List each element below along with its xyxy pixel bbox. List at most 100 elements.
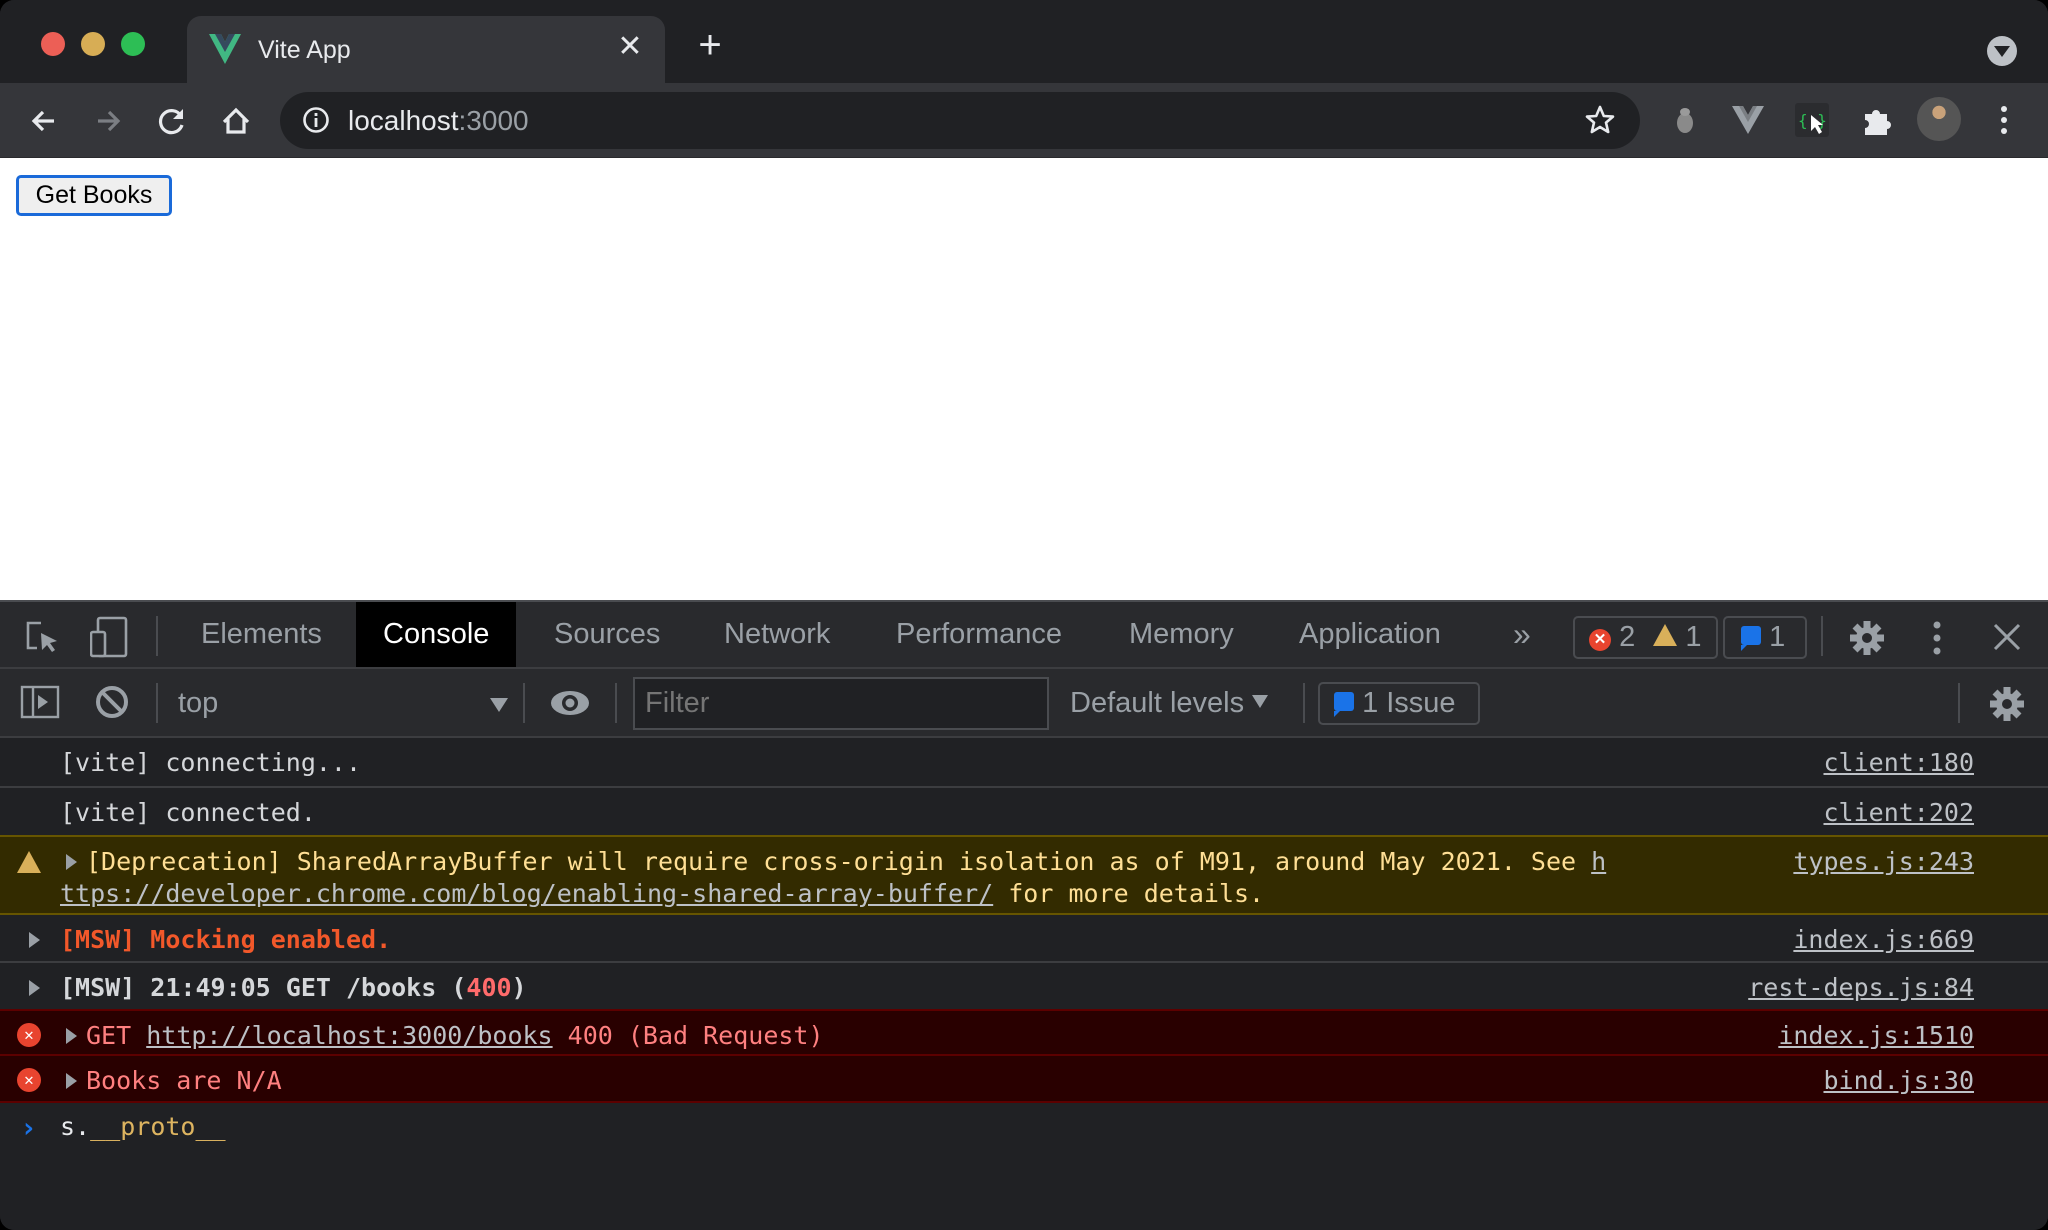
inspect-element-icon[interactable] [25, 620, 61, 659]
vue-logo-icon [209, 34, 241, 64]
expand-triangle-icon[interactable] [66, 1028, 77, 1044]
tab-memory[interactable]: Memory [1102, 602, 1261, 667]
clear-console-icon[interactable] [94, 684, 130, 725]
tab-sources[interactable]: Sources [527, 602, 687, 667]
console-row: [vite] connected. client:202 [0, 788, 2048, 835]
expand-triangle-icon[interactable] [29, 980, 40, 996]
console-row-error: ✕ Books are N/A bind.js:30 [0, 1056, 2048, 1103]
log-levels-dropdown[interactable]: Default levels [1070, 683, 1269, 723]
maximize-window-button[interactable] [121, 32, 145, 56]
console-message: [MSW] Mocking enabled. [60, 925, 392, 954]
site-info-icon[interactable] [302, 106, 330, 134]
console-row-warning: [Deprecation] SharedArrayBuffer will req… [0, 835, 2048, 915]
address-bar[interactable]: localhost:3000 [280, 92, 1640, 149]
live-expression-eye-icon[interactable] [550, 687, 590, 724]
issues-button[interactable]: 1 Issue [1318, 682, 1480, 725]
tab-elements[interactable]: Elements [174, 602, 349, 667]
extensions-puzzle-icon[interactable] [1860, 103, 1894, 137]
expand-triangle-icon[interactable] [29, 932, 40, 948]
messages-counter[interactable]: 1 [1723, 616, 1807, 659]
home-button[interactable] [216, 101, 256, 141]
tab-console[interactable]: Console [356, 602, 517, 667]
home-icon [222, 107, 250, 134]
warning-link[interactable]: ttps://developer.chrome.com/blog/enablin… [60, 879, 993, 908]
expand-triangle-icon[interactable] [66, 1073, 77, 1089]
profile-avatar[interactable] [1917, 97, 1961, 141]
bookmark-star-icon[interactable] [1584, 104, 1616, 136]
tab-close-icon[interactable]: ✕ [613, 30, 647, 64]
console-input[interactable]: s.__proto__ [60, 1112, 226, 1141]
prompt-chevron-icon: › [20, 1111, 37, 1144]
console-row: [MSW] 21:49:05 GET /books (400) rest-dep… [0, 963, 2048, 1009]
source-link[interactable]: bind.js:30 [1823, 1066, 1974, 1095]
page-viewport: Get Books [0, 158, 2048, 600]
device-toolbar-icon[interactable] [89, 616, 128, 663]
devtools-tab-bar: Elements Console Sources Network Perform… [0, 602, 2048, 669]
browser-tab-active[interactable]: Vite App ✕ [187, 16, 665, 83]
get-books-button[interactable]: Get Books [16, 175, 172, 216]
tab-network[interactable]: Network [697, 602, 857, 667]
browser-toolbar: localhost:3000 { } [0, 83, 2048, 158]
separator [156, 683, 158, 723]
reload-icon [159, 109, 184, 135]
console-row-error: ✕ GET http://localhost:3000/books 400 (B… [0, 1009, 2048, 1056]
new-tab-button[interactable]: + [692, 25, 728, 65]
status-code: 400 [466, 973, 512, 1002]
console-settings-gear-icon[interactable] [1987, 684, 2027, 729]
separator [1303, 683, 1305, 723]
close-window-button[interactable] [41, 32, 65, 56]
msw-request-suffix: ) [511, 973, 527, 1002]
vue-devtools-icon[interactable] [1731, 103, 1765, 137]
source-link[interactable]: index.js:1510 [1778, 1021, 1974, 1050]
console-prompt[interactable]: › s.__proto__ [0, 1103, 2048, 1151]
settings-gear-icon[interactable] [1847, 618, 1887, 663]
back-button[interactable] [24, 101, 64, 141]
issues-label: 1 Issue [1362, 687, 1456, 719]
separator [523, 683, 525, 723]
reload-button[interactable] [152, 101, 192, 141]
console-filter-input[interactable] [633, 677, 1049, 730]
console-message: [MSW] 21:49:05 GET /books (400) [60, 973, 527, 1002]
source-link[interactable]: index.js:669 [1793, 925, 1974, 954]
console-message: [vite] connecting... [60, 748, 362, 777]
more-tabs-button[interactable]: » [1486, 602, 1558, 667]
error-icon: ✕ [17, 1023, 41, 1047]
minimize-window-button[interactable] [81, 32, 105, 56]
source-link[interactable]: types.js:243 [1793, 847, 1974, 876]
request-url-link[interactable]: http://localhost:3000/books [146, 1021, 552, 1050]
warning-link-start[interactable]: h [1591, 847, 1606, 876]
console-filter-bar: top Default levels 1 Issue [0, 669, 2048, 738]
browser-menu-icon[interactable] [1995, 103, 2013, 139]
error-icon: ✕ [1589, 629, 1611, 651]
console-message-line2: ttps://developer.chrome.com/blog/enablin… [60, 879, 1264, 908]
error-count: 2 [1619, 621, 1636, 653]
separator [156, 616, 158, 656]
error-text-prefix: GET [86, 1021, 147, 1050]
url-host: localhost [348, 105, 459, 136]
context-selector[interactable]: top [178, 683, 508, 723]
arrow-right-icon [98, 110, 121, 132]
separator [615, 683, 617, 723]
console-message: [vite] connected. [60, 798, 316, 827]
source-link[interactable]: client:202 [1823, 798, 1974, 827]
forward-button[interactable] [88, 101, 128, 141]
tab-application[interactable]: Application [1272, 602, 1468, 667]
source-link[interactable]: rest-deps.js:84 [1748, 973, 1974, 1002]
error-warning-counter[interactable]: ✕ 2 1 [1573, 616, 1718, 659]
tab-search-button[interactable] [1987, 36, 2017, 66]
more-options-icon[interactable] [1930, 620, 1944, 661]
sidebar-toggle-icon[interactable] [20, 684, 60, 725]
warning-text-suffix: for more details. [993, 879, 1265, 908]
tab-performance[interactable]: Performance [869, 602, 1089, 667]
context-value: top [178, 687, 219, 719]
expand-triangle-icon[interactable] [66, 854, 77, 870]
bug-extension-icon[interactable] [1668, 103, 1702, 137]
close-devtools-icon[interactable] [1992, 622, 2022, 657]
source-link[interactable]: client:180 [1823, 748, 1974, 777]
message-count: 1 [1769, 621, 1786, 653]
dropdown-arrow-icon [490, 698, 508, 712]
url-port: :3000 [458, 105, 529, 136]
devtools-panel: Elements Console Sources Network Perform… [0, 600, 2048, 1230]
prompt-object: s. [60, 1112, 91, 1141]
json-viewer-icon[interactable]: { } [1795, 103, 1829, 137]
